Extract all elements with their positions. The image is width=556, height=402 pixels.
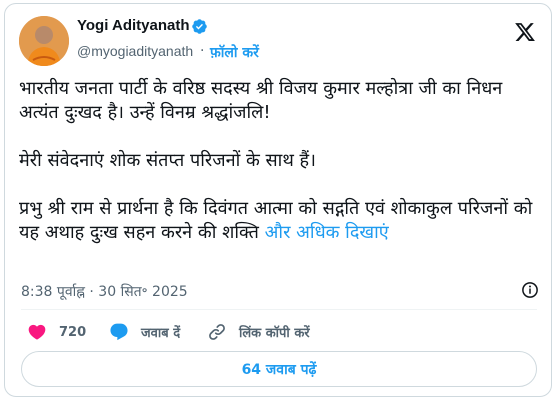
tweet-card: Yogi Adityanath @myogiadityanath · फ़ॉलो…: [4, 3, 552, 397]
tweet-text: भारतीय जनता पार्टी के वरिष्ठ सदस्य श्री …: [19, 77, 537, 245]
divider: [21, 309, 537, 310]
info-icon[interactable]: [521, 281, 539, 299]
tweet-timestamp[interactable]: 8:38 पूर्वाह्न · 30 सित॰ 2025: [21, 282, 188, 301]
author-handle[interactable]: @myogiadityanath: [77, 43, 193, 59]
read-replies-button[interactable]: 64 जवाब पढ़ें: [21, 351, 537, 387]
tweet-paragraph-3: प्रभु श्री राम से प्रार्थना है कि दिवंगत…: [19, 197, 537, 245]
x-logo-icon[interactable]: [513, 21, 537, 43]
tweet-paragraph-2: मेरी संवेदनाएं शोक संतप्त परिजनों के साथ…: [19, 150, 316, 171]
copy-link-label: लिंक कॉपी करें: [239, 326, 310, 341]
separator-dot: ·: [200, 43, 205, 59]
verified-icon: [192, 19, 207, 34]
reply-label: जवाब दें: [141, 326, 181, 341]
like-button[interactable]: 720: [27, 322, 86, 342]
follow-button[interactable]: फ़ॉलो करें: [210, 43, 259, 62]
author-name[interactable]: Yogi Adityanath: [77, 17, 190, 34]
copy-link-button[interactable]: लिंक कॉपी करें: [207, 322, 310, 342]
heart-icon: [28, 324, 46, 340]
show-more-link[interactable]: और अधिक दिखाएं: [265, 222, 389, 243]
avatar-image: [19, 16, 69, 66]
avatar[interactable]: [19, 16, 69, 66]
reply-button[interactable]: जवाब दें: [109, 322, 180, 342]
link-icon: [209, 324, 225, 340]
tweet-paragraph-1: भारतीय जनता पार्टी के वरिष्ठ सदस्य श्री …: [19, 78, 503, 123]
reply-bubble-icon: [110, 323, 128, 341]
likes-count: 720: [59, 324, 87, 340]
